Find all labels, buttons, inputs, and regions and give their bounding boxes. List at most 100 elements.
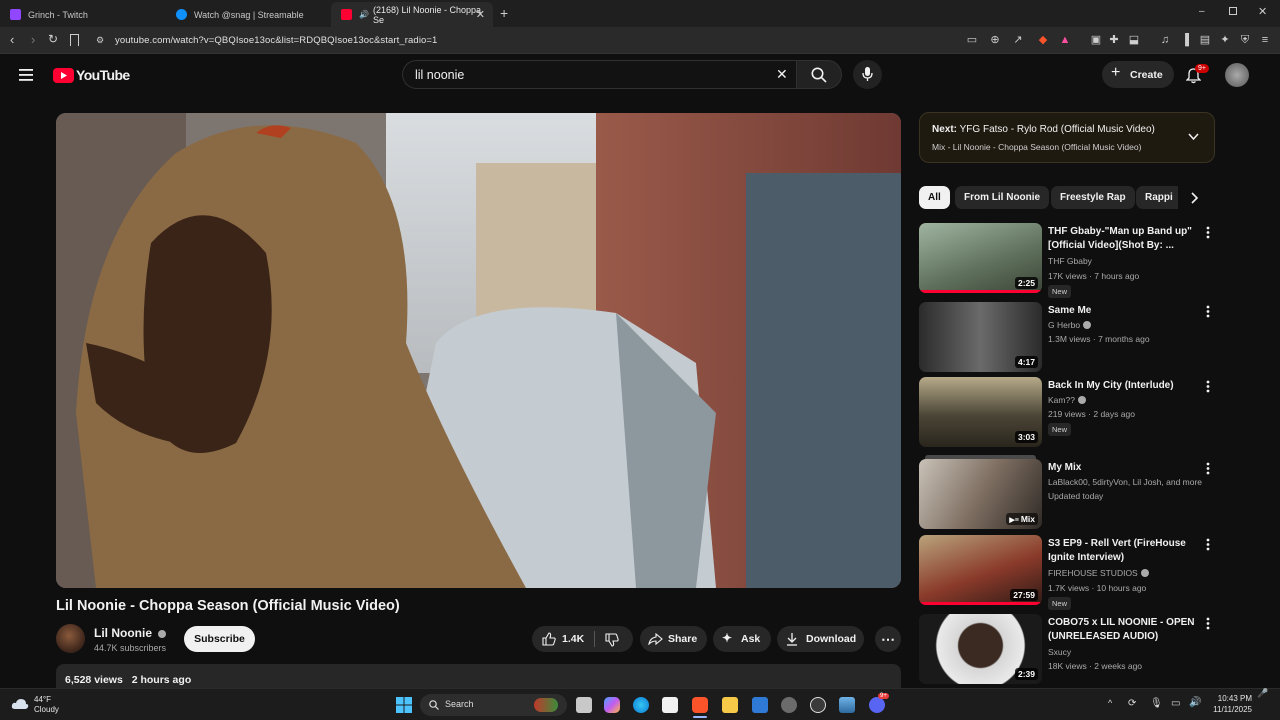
extension-icon[interactable]: ▣	[1090, 34, 1102, 46]
back-icon[interactable]: ‹	[10, 32, 14, 47]
more-actions-button[interactable]: ⋯	[875, 626, 901, 652]
leo-icon[interactable]: ✦	[1219, 34, 1231, 46]
cloud-weather-icon[interactable]	[11, 698, 29, 710]
minimize-icon[interactable]: –	[1199, 6, 1205, 17]
chip-all[interactable]: All	[919, 186, 950, 209]
clear-search-icon[interactable]: ✕	[776, 66, 788, 83]
volume-icon[interactable]: 🔊	[1189, 697, 1201, 708]
downloads-icon[interactable]: ⬓	[1128, 34, 1140, 46]
search-input[interactable]: lil noonie ✕	[402, 60, 796, 89]
discord-icon[interactable]	[869, 697, 885, 713]
photos-icon[interactable]	[839, 697, 855, 713]
store-icon[interactable]	[662, 697, 678, 713]
voice-search-button[interactable]	[853, 60, 882, 89]
recommendation-channel[interactable]: THF Gbaby	[1048, 256, 1092, 266]
brave-shield-icon[interactable]: ◆	[1037, 34, 1049, 46]
more-vertical-icon[interactable]	[1203, 461, 1213, 475]
cast-icon[interactable]: ▭	[966, 34, 978, 46]
video-thumbnail[interactable]: 4:17	[919, 302, 1042, 372]
chevron-right-icon[interactable]	[1191, 192, 1199, 204]
search-button[interactable]	[796, 60, 842, 89]
recommendation-channel[interactable]: G Herbo	[1048, 320, 1092, 330]
bookmark-icon[interactable]	[70, 34, 79, 46]
video-thumbnail[interactable]: 27:59	[919, 535, 1042, 605]
recommendation-channel[interactable]: FIREHOUSE STUDIOS	[1048, 568, 1149, 578]
more-vertical-icon[interactable]	[1203, 616, 1213, 630]
maximize-icon[interactable]	[1229, 7, 1237, 15]
video-player[interactable]	[56, 113, 901, 588]
share-button[interactable]: Share	[640, 626, 707, 652]
clock-date[interactable]: 11/11/2025	[1208, 705, 1252, 714]
microphone-tray-icon[interactable]: 🎙	[1150, 698, 1163, 709]
create-button[interactable]: + Create	[1102, 61, 1174, 88]
forward-icon[interactable]: ›	[31, 32, 35, 47]
channel-name[interactable]: Lil Noonie	[94, 626, 167, 640]
download-button[interactable]: Download	[777, 626, 864, 652]
copilot-icon[interactable]	[604, 697, 620, 713]
recommendation-item[interactable]: 2:25 THF Gbaby-"Man up Band up" [Officia…	[919, 223, 1215, 298]
puzzle-icon[interactable]: ✚	[1108, 34, 1120, 46]
weather-temperature[interactable]: 44°F	[34, 695, 51, 704]
more-vertical-icon[interactable]	[1203, 225, 1213, 239]
verified-icon	[1140, 569, 1149, 577]
brave-icon[interactable]	[692, 697, 708, 713]
vpn-icon[interactable]: ⛨	[1239, 34, 1251, 46]
tab-twitch[interactable]: Grinch - Twitch	[0, 2, 165, 27]
site-info-icon[interactable]: ⚙	[96, 35, 104, 46]
video-thumbnail[interactable]: 3:03	[919, 377, 1042, 447]
dislike-button[interactable]	[605, 633, 619, 647]
recommendation-item[interactable]: 2:39 COBO75 x LIL NOONIE - OPEN (UNRELEA…	[919, 614, 1215, 684]
recommendation-item[interactable]: 4:17 Same Me G Herbo 1.3M views · 7 mont…	[919, 302, 1215, 372]
chevron-up-icon[interactable]: ^	[1108, 698, 1112, 708]
mail-icon[interactable]	[752, 697, 768, 713]
video-thumbnail[interactable]: ▶≡ Mix	[919, 459, 1042, 529]
music-icon[interactable]: ♫	[1159, 34, 1171, 46]
brave-rewards-icon[interactable]: ▲	[1059, 34, 1071, 46]
url-field[interactable]: youtube.com/watch?v=QBQIsoe13oc&list=RDQ…	[115, 35, 437, 46]
chevron-down-icon[interactable]	[1188, 133, 1199, 141]
task-view-icon[interactable]	[576, 697, 592, 713]
hamburger-menu-icon[interactable]	[19, 69, 33, 81]
reload-icon[interactable]: ↻	[48, 32, 58, 46]
more-vertical-icon[interactable]	[1203, 304, 1213, 318]
edge-icon[interactable]	[633, 697, 649, 713]
recommendation-channel[interactable]: Kam??	[1048, 395, 1086, 405]
tab-streamable[interactable]: Watch @snag | Streamable	[166, 2, 331, 27]
close-window-icon[interactable]: ✕	[1258, 5, 1267, 18]
app-icon[interactable]	[781, 697, 797, 713]
more-vertical-icon[interactable]	[1203, 537, 1213, 551]
ask-button[interactable]: ✦ Ask	[713, 626, 771, 652]
video-thumbnail[interactable]: 2:25	[919, 223, 1042, 293]
close-tab-icon[interactable]: ✕	[476, 8, 485, 21]
chip-rapping[interactable]: Rappi	[1136, 186, 1178, 209]
new-tab-button[interactable]: +	[500, 5, 508, 21]
clock-time[interactable]: 10:43 PM	[1208, 694, 1252, 703]
weather-description[interactable]: Cloudy	[34, 705, 59, 714]
chip-from-lil-noonie[interactable]: From Lil Noonie	[955, 186, 1050, 209]
up-next-panel[interactable]: Next: YFG Fatso - Rylo Rod (Official Mus…	[919, 112, 1215, 163]
windows-start-icon[interactable]	[396, 697, 412, 713]
youtube-logo[interactable]: YouTube	[53, 67, 130, 83]
file-explorer-icon[interactable]	[722, 697, 738, 713]
wallet-icon[interactable]: ▤	[1199, 34, 1211, 46]
recommendation-item[interactable]: ▶≡ Mix My Mix LaBlack00, 5dirtyVon, Lil …	[919, 455, 1215, 529]
sync-icon[interactable]: ⟳	[1128, 698, 1136, 709]
zoom-icon[interactable]: ⊕	[989, 34, 1001, 46]
taskbar-search[interactable]: Search	[420, 694, 567, 716]
share-page-icon[interactable]: ↗	[1012, 34, 1024, 46]
account-avatar[interactable]	[1225, 63, 1249, 87]
recommendation-item[interactable]: 27:59 S3 EP9 - Rell Vert (FireHouse Igni…	[919, 535, 1215, 610]
tab-youtube[interactable]: 🔊 (2168) Lil Noonie - Choppa Se ✕	[331, 2, 493, 27]
video-thumbnail[interactable]: 2:39	[919, 614, 1042, 684]
sidebar-icon[interactable]: ▐	[1179, 34, 1191, 46]
chip-freestyle-rap[interactable]: Freestyle Rap	[1051, 186, 1135, 209]
like-button[interactable]: 1.4K	[532, 626, 594, 652]
recommendation-channel[interactable]: Sxucy	[1048, 647, 1071, 657]
network-icon[interactable]: ▭	[1171, 698, 1180, 709]
channel-avatar[interactable]	[56, 624, 85, 653]
more-vertical-icon[interactable]	[1203, 379, 1213, 393]
subscribe-button[interactable]: Subscribe	[184, 626, 255, 652]
steam-icon[interactable]	[810, 697, 826, 713]
recommendation-item[interactable]: 3:03 Back In My City (Interlude) Kam?? 2…	[919, 377, 1215, 447]
menu-icon[interactable]: ≡	[1259, 34, 1271, 46]
